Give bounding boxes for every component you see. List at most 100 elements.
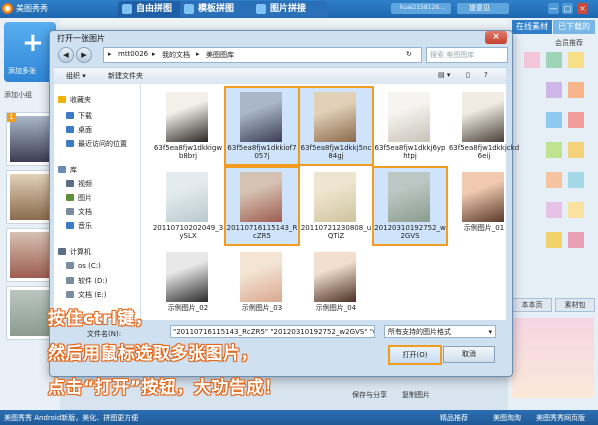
material-tile[interactable]	[546, 202, 562, 218]
help-icon[interactable]: ?	[484, 71, 488, 79]
organize-menu[interactable]: 组织 ▾	[66, 71, 86, 81]
nav-item[interactable]: os (C:)	[66, 262, 101, 270]
material-tile[interactable]	[568, 112, 584, 128]
material-tile[interactable]	[568, 82, 584, 98]
nav-item[interactable]: 收藏夹	[58, 95, 91, 105]
nav-item[interactable]: 视频	[66, 179, 92, 189]
file-item[interactable]: 20120310192752_w2GVS	[372, 166, 448, 246]
material-tile[interactable]	[568, 172, 584, 188]
file-item[interactable]: 63f5ea8fjw1dkkj6yphtpj	[374, 88, 446, 164]
material-tile[interactable]	[568, 232, 584, 248]
copy-image-button[interactable]: 复制图片	[402, 390, 430, 400]
app-close-button[interactable]: ×	[577, 3, 588, 14]
nav-item-label: 图片	[78, 194, 92, 202]
dialog-title: 打开一张图片	[57, 34, 105, 43]
file-name: 20120310192752_w2GVS	[374, 224, 446, 240]
material-tile[interactable]	[546, 142, 562, 158]
view-options-icon[interactable]: ▤ ▾	[438, 71, 450, 79]
collage-icon	[122, 4, 132, 14]
save-share-button[interactable]: 保存与分享	[352, 390, 387, 400]
template-icon	[184, 4, 194, 14]
material-tile[interactable]	[568, 52, 584, 68]
open-button[interactable]: 打开(O)	[388, 345, 442, 365]
meitu-taotao-link[interactable]: 美图淘淘	[493, 413, 521, 423]
nav-item[interactable]: 音乐	[66, 221, 92, 231]
file-item[interactable]: 示例图片_03	[226, 248, 298, 318]
dialog-close-button[interactable]: ×	[485, 31, 507, 44]
file-item[interactable]: 63f5ea8fjw1dkkjckd6eij	[448, 88, 520, 164]
file-item[interactable]: 63f5ea8fjw1dkkigwb8brj	[152, 88, 224, 164]
tab-online-material[interactable]: 在线素材	[512, 20, 552, 34]
nav-item[interactable]: 库	[58, 165, 77, 175]
material-tile[interactable]	[546, 232, 562, 248]
status-left-text[interactable]: 美图秀秀 Android新版，美化、拼图更方便	[4, 413, 138, 423]
nav-item[interactable]: 软件 (D:)	[66, 276, 107, 286]
file-item[interactable]: 20110721230808_uQTiZ	[300, 168, 372, 244]
file-thumbnail	[314, 92, 356, 142]
app-title: 美图秀秀	[16, 4, 48, 13]
maximize-button[interactable]: □	[562, 3, 573, 14]
material-tile[interactable]	[546, 112, 562, 128]
file-item[interactable]: 示例图片_02	[152, 248, 224, 318]
file-item[interactable]: 示例图片_01	[448, 168, 520, 244]
new-folder-button[interactable]: 新建文件夹	[108, 71, 143, 81]
material-tile[interactable]	[546, 172, 562, 188]
file-item[interactable]: 20110710202049_3ySLX	[152, 168, 224, 244]
nav-item-label: 桌面	[78, 126, 92, 134]
material-tile[interactable]	[524, 52, 540, 68]
file-item[interactable]: 20110716115143_RcZR5	[224, 166, 300, 246]
breadcrumb-item[interactable]: mtt0026	[118, 50, 148, 58]
thumbnail-image	[10, 232, 52, 278]
search-placeholder: 搜索 美图图库	[430, 51, 475, 59]
nav-item-label: 视频	[78, 180, 92, 188]
file-type-select[interactable]: 所有支持的图片格式 ▾	[384, 325, 496, 338]
cancel-button[interactable]: 取消	[443, 346, 495, 363]
drive-icon	[66, 277, 74, 284]
user-name: kuai2158126...	[400, 4, 445, 11]
feedback-button[interactable]: 提意见	[457, 3, 509, 14]
file-item[interactable]: 示例图片_04	[300, 248, 372, 318]
address-bar[interactable]	[103, 47, 422, 63]
nav-item[interactable]: 下载	[66, 111, 92, 121]
search-input[interactable]: 搜索 美图图库	[426, 47, 508, 63]
thumb-index-badge: 1	[7, 113, 16, 122]
nav-item-label: 音乐	[78, 222, 92, 230]
breadcrumb-item[interactable]: 我的文档	[162, 50, 190, 60]
file-item[interactable]: 63f5ea8fjw1dkkj5nc84gj	[298, 86, 374, 166]
web-version-link[interactable]: 美图秀秀网页版	[536, 413, 585, 423]
back-button[interactable]: ◀	[58, 47, 74, 63]
nav-item-label: 软件 (D:)	[78, 277, 108, 285]
tab-image-join[interactable]: 图片拼接	[252, 1, 328, 17]
file-name: 示例图片_04	[315, 304, 357, 312]
nav-item[interactable]: 桌面	[66, 125, 92, 135]
nav-item[interactable]: 文档 (E:)	[66, 290, 106, 300]
minimize-button[interactable]: —	[548, 3, 559, 14]
file-item[interactable]: 63f5ea8fjw1dkkiof7057j	[224, 86, 300, 166]
material-tile[interactable]	[546, 82, 562, 98]
instruction-line-1: 按住ctrl键，	[48, 309, 153, 329]
add-multiple-label: 添加多张	[8, 67, 36, 75]
preview-pane-icon[interactable]: ▯	[466, 71, 470, 79]
nav-item[interactable]: 最近访问的位置	[66, 139, 127, 149]
nav-item[interactable]: 图片	[66, 193, 92, 203]
nav-item[interactable]: 文档	[66, 207, 92, 217]
file-thumbnail	[166, 92, 208, 142]
file-name: 示例图片_03	[241, 304, 283, 312]
member-recommend-tab[interactable]: 会员推荐	[555, 38, 583, 48]
material-preview[interactable]	[512, 318, 594, 398]
tab-downloaded[interactable]: 已下载的	[553, 20, 595, 34]
chevron-down-icon: ▾	[488, 328, 492, 336]
breadcrumb-separator: ▸	[152, 50, 156, 58]
filename-input[interactable]: "20110716115143_RcZR5" "20120310192752_w…	[170, 325, 375, 338]
nav-item[interactable]: 计算机	[58, 247, 91, 257]
breadcrumb-item[interactable]: 美图图库	[206, 50, 234, 60]
tab-template-collage[interactable]: 模板拼图	[180, 1, 256, 17]
material-pack-button[interactable]: 素材包	[555, 298, 595, 312]
material-tile[interactable]	[568, 202, 584, 218]
refresh-icon[interactable]: ↻	[406, 50, 412, 58]
thumbnail-image	[10, 174, 52, 220]
material-tile[interactable]	[568, 142, 584, 158]
material-tile[interactable]	[546, 52, 562, 68]
this-page-button[interactable]: 本本页	[512, 298, 552, 312]
forward-button[interactable]: ▶	[76, 47, 92, 63]
